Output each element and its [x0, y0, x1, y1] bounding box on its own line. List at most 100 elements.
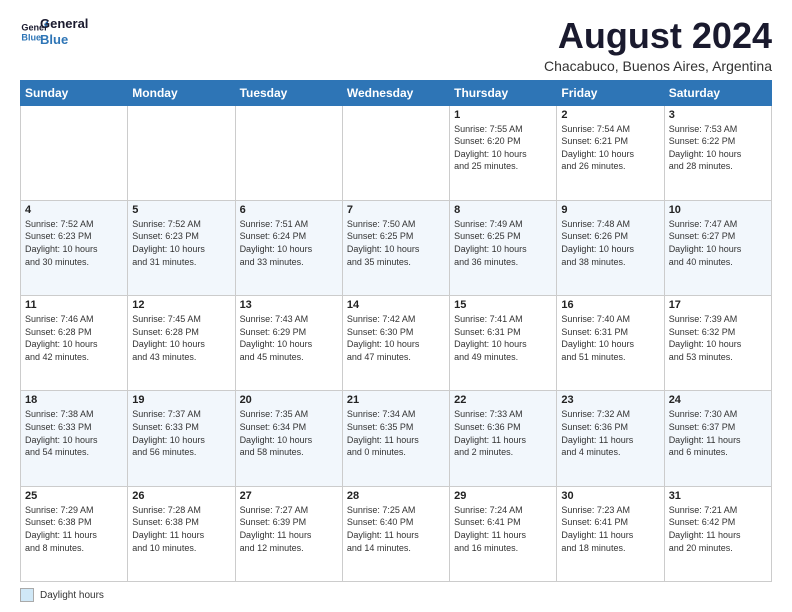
calendar-cell: 9 Sunrise: 7:48 AM Sunset: 6:26 PM Daylig… [557, 200, 664, 295]
day-number: 13 [240, 299, 338, 311]
calendar-cell: 7 Sunrise: 7:50 AM Sunset: 6:25 PM Daylig… [342, 200, 449, 295]
footer: Daylight hours [20, 588, 772, 602]
location: Chacabuco, Buenos Aires, Argentina [544, 58, 772, 74]
calendar-cell [21, 105, 128, 200]
calendar-cell: 29 Sunrise: 7:24 AM Sunset: 6:41 PM Dayli… [450, 486, 557, 581]
month-year: August 2024 [544, 16, 772, 56]
day-header-sunday: Sunday [21, 80, 128, 105]
calendar-week-4: 18 Sunrise: 7:38 AM Sunset: 6:33 PM Dayli… [21, 391, 772, 486]
day-number: 9 [561, 204, 659, 216]
day-info: Sunrise: 7:49 AM Sunset: 6:25 PM Dayligh… [454, 218, 552, 268]
day-info: Sunrise: 7:28 AM Sunset: 6:38 PM Dayligh… [132, 504, 230, 554]
logo: General Blue General Blue [20, 16, 88, 47]
day-info: Sunrise: 7:54 AM Sunset: 6:21 PM Dayligh… [561, 123, 659, 173]
calendar-cell: 27 Sunrise: 7:27 AM Sunset: 6:39 PM Dayli… [235, 486, 342, 581]
day-number: 11 [25, 299, 123, 311]
day-number: 6 [240, 204, 338, 216]
day-info: Sunrise: 7:21 AM Sunset: 6:42 PM Dayligh… [669, 504, 767, 554]
calendar-cell: 2 Sunrise: 7:54 AM Sunset: 6:21 PM Daylig… [557, 105, 664, 200]
day-info: Sunrise: 7:34 AM Sunset: 6:35 PM Dayligh… [347, 408, 445, 458]
day-number: 15 [454, 299, 552, 311]
day-number: 12 [132, 299, 230, 311]
calendar-cell: 1Sunrise: 7:55 AM Sunset: 6:20 PM Daylig… [450, 105, 557, 200]
calendar-cell: 5 Sunrise: 7:52 AM Sunset: 6:23 PM Daylig… [128, 200, 235, 295]
day-number: 2 [561, 109, 659, 121]
calendar-cell: 8 Sunrise: 7:49 AM Sunset: 6:25 PM Daylig… [450, 200, 557, 295]
calendar-table: SundayMondayTuesdayWednesdayThursdayFrid… [20, 80, 772, 582]
day-info: Sunrise: 7:24 AM Sunset: 6:41 PM Dayligh… [454, 504, 552, 554]
day-number: 21 [347, 394, 445, 406]
calendar-cell: 22Sunrise: 7:33 AM Sunset: 6:36 PM Dayli… [450, 391, 557, 486]
day-number: 24 [669, 394, 767, 406]
day-number: 8 [454, 204, 552, 216]
day-info: Sunrise: 7:48 AM Sunset: 6:26 PM Dayligh… [561, 218, 659, 268]
daylight-box [20, 588, 34, 602]
day-number: 4 [25, 204, 123, 216]
title-block: August 2024 Chacabuco, Buenos Aires, Arg… [544, 16, 772, 74]
calendar-week-2: 4 Sunrise: 7:52 AM Sunset: 6:23 PM Daylig… [21, 200, 772, 295]
day-info: Sunrise: 7:23 AM Sunset: 6:41 PM Dayligh… [561, 504, 659, 554]
calendar-cell: 25 Sunrise: 7:29 AM Sunset: 6:38 PM Dayli… [21, 486, 128, 581]
calendar-cell: 30 Sunrise: 7:23 AM Sunset: 6:41 PM Dayli… [557, 486, 664, 581]
day-number: 16 [561, 299, 659, 311]
calendar-week-1: 1Sunrise: 7:55 AM Sunset: 6:20 PM Daylig… [21, 105, 772, 200]
calendar-cell: 23Sunrise: 7:32 AM Sunset: 6:36 PM Dayli… [557, 391, 664, 486]
day-number: 10 [669, 204, 767, 216]
day-info: Sunrise: 7:41 AM Sunset: 6:31 PM Dayligh… [454, 313, 552, 363]
day-number: 7 [347, 204, 445, 216]
day-number: 5 [132, 204, 230, 216]
calendar-cell [235, 105, 342, 200]
page: General Blue General Blue August 2024 Ch… [0, 0, 792, 612]
day-number: 17 [669, 299, 767, 311]
calendar-header-row: SundayMondayTuesdayWednesdayThursdayFrid… [21, 80, 772, 105]
header: General Blue General Blue August 2024 Ch… [20, 16, 772, 74]
day-number: 25 [25, 490, 123, 502]
day-number: 28 [347, 490, 445, 502]
day-number: 26 [132, 490, 230, 502]
day-number: 20 [240, 394, 338, 406]
day-info: Sunrise: 7:38 AM Sunset: 6:33 PM Dayligh… [25, 408, 123, 458]
calendar-cell: 13 Sunrise: 7:43 AM Sunset: 6:29 PM Dayli… [235, 296, 342, 391]
calendar-cell [342, 105, 449, 200]
day-number: 30 [561, 490, 659, 502]
day-number: 14 [347, 299, 445, 311]
logo-blue: Blue [40, 32, 88, 48]
day-info: Sunrise: 7:43 AM Sunset: 6:29 PM Dayligh… [240, 313, 338, 363]
day-number: 27 [240, 490, 338, 502]
logo-general: General [40, 16, 88, 32]
day-info: Sunrise: 7:32 AM Sunset: 6:36 PM Dayligh… [561, 408, 659, 458]
calendar-cell: 17Sunrise: 7:39 AM Sunset: 6:32 PM Dayli… [664, 296, 771, 391]
day-info: Sunrise: 7:52 AM Sunset: 6:23 PM Dayligh… [25, 218, 123, 268]
day-info: Sunrise: 7:51 AM Sunset: 6:24 PM Dayligh… [240, 218, 338, 268]
day-info: Sunrise: 7:52 AM Sunset: 6:23 PM Dayligh… [132, 218, 230, 268]
day-number: 3 [669, 109, 767, 121]
day-number: 18 [25, 394, 123, 406]
day-number: 29 [454, 490, 552, 502]
day-header-thursday: Thursday [450, 80, 557, 105]
day-number: 31 [669, 490, 767, 502]
day-header-wednesday: Wednesday [342, 80, 449, 105]
day-number: 22 [454, 394, 552, 406]
calendar-cell: 24Sunrise: 7:30 AM Sunset: 6:37 PM Dayli… [664, 391, 771, 486]
day-info: Sunrise: 7:25 AM Sunset: 6:40 PM Dayligh… [347, 504, 445, 554]
day-info: Sunrise: 7:47 AM Sunset: 6:27 PM Dayligh… [669, 218, 767, 268]
day-info: Sunrise: 7:27 AM Sunset: 6:39 PM Dayligh… [240, 504, 338, 554]
calendar-cell: 12Sunrise: 7:45 AM Sunset: 6:28 PM Dayli… [128, 296, 235, 391]
calendar-cell: 11Sunrise: 7:46 AM Sunset: 6:28 PM Dayli… [21, 296, 128, 391]
day-info: Sunrise: 7:29 AM Sunset: 6:38 PM Dayligh… [25, 504, 123, 554]
calendar-cell: 10 Sunrise: 7:47 AM Sunset: 6:27 PM Dayli… [664, 200, 771, 295]
day-info: Sunrise: 7:53 AM Sunset: 6:22 PM Dayligh… [669, 123, 767, 173]
calendar-cell: 26 Sunrise: 7:28 AM Sunset: 6:38 PM Dayli… [128, 486, 235, 581]
calendar-week-3: 11Sunrise: 7:46 AM Sunset: 6:28 PM Dayli… [21, 296, 772, 391]
day-info: Sunrise: 7:50 AM Sunset: 6:25 PM Dayligh… [347, 218, 445, 268]
day-number: 19 [132, 394, 230, 406]
day-info: Sunrise: 7:42 AM Sunset: 6:30 PM Dayligh… [347, 313, 445, 363]
day-info: Sunrise: 7:40 AM Sunset: 6:31 PM Dayligh… [561, 313, 659, 363]
day-info: Sunrise: 7:37 AM Sunset: 6:33 PM Dayligh… [132, 408, 230, 458]
calendar-cell: 20Sunrise: 7:35 AM Sunset: 6:34 PM Dayli… [235, 391, 342, 486]
day-number: 1 [454, 109, 552, 121]
calendar-cell [128, 105, 235, 200]
day-header-saturday: Saturday [664, 80, 771, 105]
day-header-monday: Monday [128, 80, 235, 105]
calendar-cell: 3 Sunrise: 7:53 AM Sunset: 6:22 PM Daylig… [664, 105, 771, 200]
